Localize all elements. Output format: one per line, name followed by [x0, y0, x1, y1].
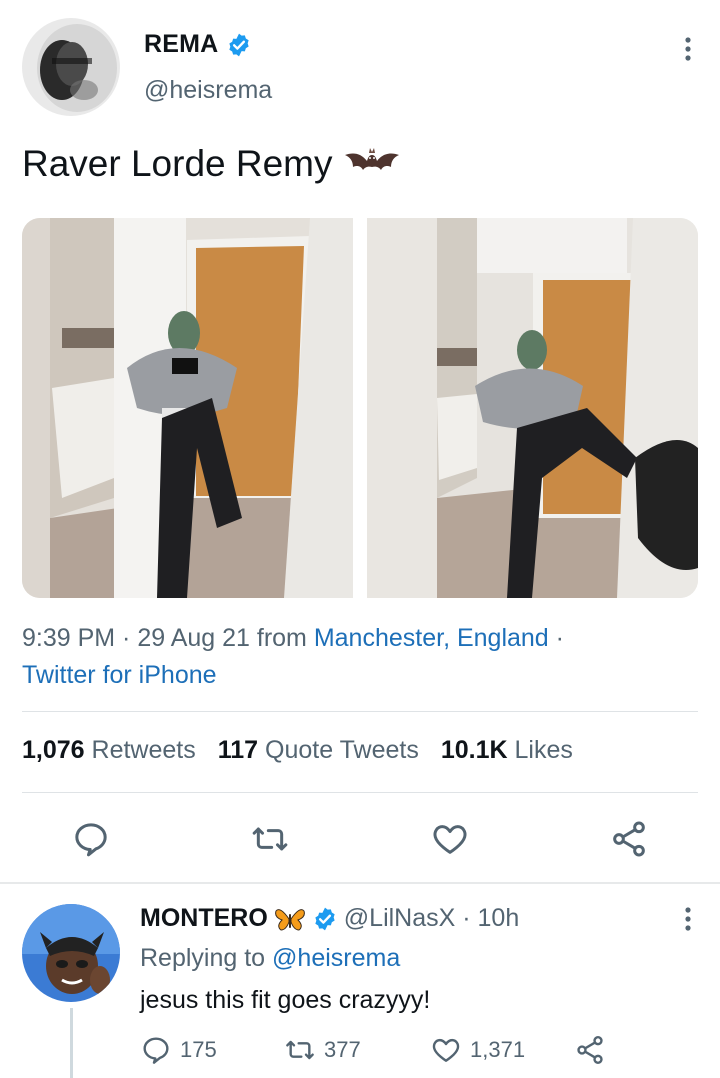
divider	[22, 711, 698, 712]
share-icon[interactable]	[609, 819, 649, 859]
tweet-source-link[interactable]: Twitter for iPhone	[22, 661, 217, 689]
reply-author-row: MONTERO @LilNasX · 10h	[140, 904, 519, 933]
reply-more-options-icon[interactable]	[684, 906, 692, 932]
reply-display-name[interactable]: MONTERO	[140, 904, 268, 933]
reply-tweet[interactable]: MONTERO @LilNasX · 10h Replying to @heis…	[0, 884, 720, 1078]
reply-icon	[143, 1037, 169, 1064]
photo-1[interactable]	[22, 218, 353, 598]
tweet-location-link[interactable]: Manchester, England	[314, 624, 549, 652]
likes-stat[interactable]: 10.1K Likes	[441, 736, 573, 765]
reply-share-action[interactable]	[574, 1034, 614, 1066]
tweet-stats: 1,076 Retweets 117 Quote Tweets 10.1K Li…	[22, 736, 573, 765]
like-heart-icon[interactable]	[430, 819, 470, 859]
share-icon	[577, 1036, 603, 1064]
verified-badge-icon	[229, 33, 250, 56]
reply-icon[interactable]	[71, 819, 111, 859]
author-name-row[interactable]: REMA	[144, 30, 252, 59]
more-options-icon[interactable]	[684, 36, 692, 62]
likes-label: Likes	[514, 736, 573, 764]
author-display-name[interactable]: REMA	[144, 30, 218, 59]
author-handle[interactable]: @heisrema	[144, 76, 272, 105]
retweet-icon[interactable]	[250, 819, 290, 859]
photo-2[interactable]	[367, 218, 698, 598]
replying-to-prefix: Replying to	[140, 944, 273, 972]
likes-count: 10.1K	[440, 736, 508, 764]
replying-to: Replying to @heisrema	[140, 944, 400, 973]
reply-handle-time[interactable]: @LilNasX · 10h	[344, 904, 519, 933]
reply-text: jesus this fit goes crazyyy!	[140, 986, 431, 1014]
tweet-text: Raver Lorde Remy	[22, 143, 401, 185]
retweets-stat[interactable]: 1,076 Retweets	[22, 736, 196, 765]
butterfly-emoji-icon	[274, 908, 305, 931]
tweet-time[interactable]: 9:39 PM · 29 Aug 21 from	[22, 624, 314, 652]
tweet-metadata: 9:39 PM · 29 Aug 21 from Manchester, Eng…	[22, 620, 702, 694]
retweets-label: Retweets	[91, 736, 196, 764]
meta-separator: ·	[548, 624, 564, 652]
like-heart-icon	[432, 1038, 460, 1062]
quotes-stat[interactable]: 117 Quote Tweets	[218, 736, 419, 765]
reply-reply-action[interactable]: 175	[140, 1034, 217, 1066]
reply-retweet-action[interactable]: 377	[284, 1034, 361, 1066]
bat-emoji-icon	[344, 148, 399, 170]
verified-badge-icon	[315, 907, 335, 930]
reply-like-action[interactable]: 1,371	[430, 1034, 525, 1066]
reply-actions: 175 377 1,371	[140, 1034, 700, 1070]
quotes-label: Quote Tweets	[265, 736, 419, 764]
reply-replies-count: 175	[180, 1037, 217, 1062]
tweet-actions	[0, 815, 720, 865]
divider	[22, 792, 698, 793]
retweets-count: 1,076	[22, 736, 85, 764]
reply-likes-count: 1,371	[470, 1037, 526, 1062]
tweet-text-content: Raver Lorde Remy	[22, 143, 333, 184]
thread-line	[70, 1008, 73, 1078]
montero-avatar[interactable]	[22, 904, 120, 1002]
tweet-media[interactable]	[22, 218, 698, 598]
retweet-icon	[286, 1040, 314, 1060]
replying-to-link[interactable]: @heisrema	[272, 944, 400, 972]
rema-avatar[interactable]	[22, 18, 120, 116]
quotes-count: 117	[217, 736, 259, 764]
reply-retweets-count: 377	[324, 1037, 361, 1062]
